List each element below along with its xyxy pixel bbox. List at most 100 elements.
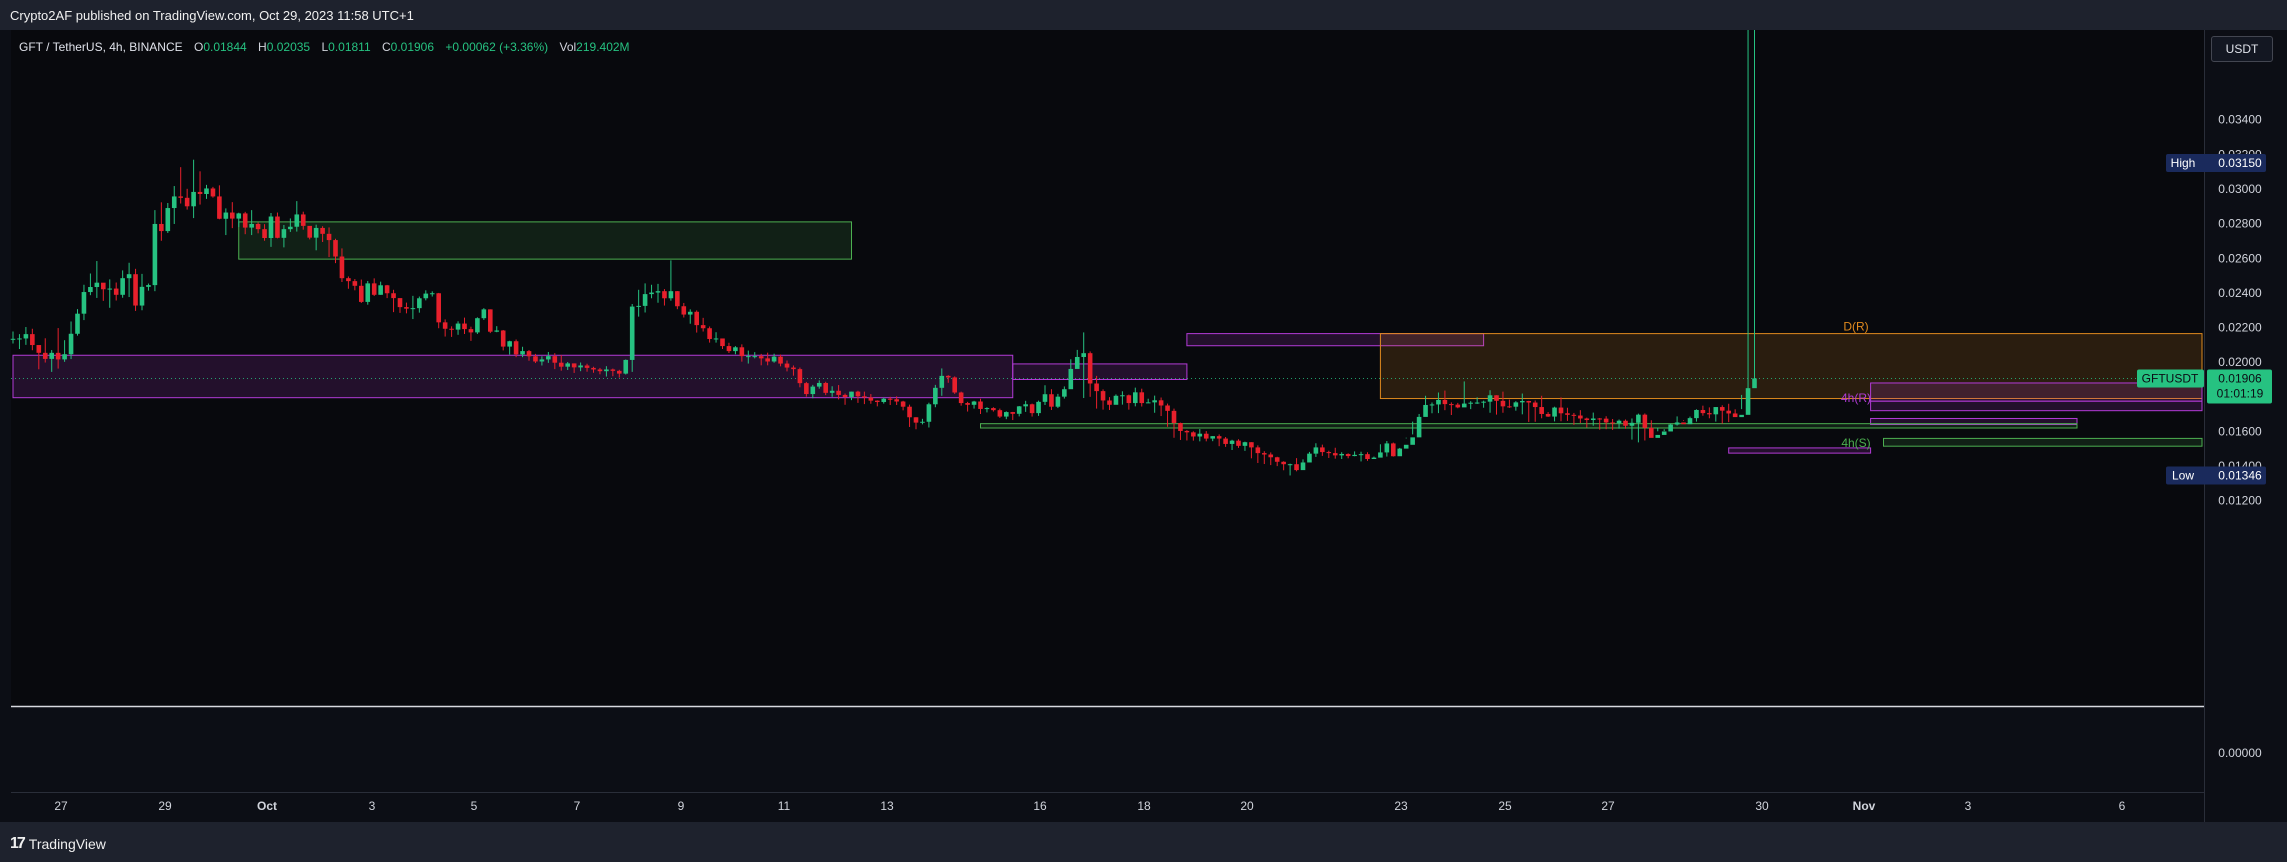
candle-body <box>1752 378 1757 389</box>
annotation-label-2: 4h(S) <box>1841 436 1870 450</box>
time-tick-label: 7 <box>574 799 581 813</box>
last-price-countdown: 01:01:19 <box>2217 386 2264 400</box>
zone-purple-2 <box>1012 363 1188 381</box>
tradingview-logo[interactable]: 17 TradingView <box>10 835 106 853</box>
candle-body <box>771 356 777 362</box>
candle-body <box>1681 422 1686 425</box>
candle-body <box>1623 420 1628 426</box>
candle-body <box>42 352 48 359</box>
candle-body <box>1487 395 1493 402</box>
price-tick-label: 0.02200 <box>2218 321 2262 335</box>
time-tick-label: 29 <box>158 799 172 813</box>
candle-body <box>868 397 874 401</box>
candle-body <box>810 386 816 395</box>
candle-body <box>836 390 841 395</box>
candle-body <box>1552 407 1557 417</box>
candle-body <box>455 323 461 330</box>
candle-body <box>288 226 293 230</box>
last-price-symbol-text: GFTUSDT <box>2142 371 2199 385</box>
time-tick-label: 5 <box>471 799 478 813</box>
candle-body <box>1687 418 1693 425</box>
candle-body <box>397 298 403 308</box>
candle-body <box>1081 353 1086 357</box>
candle-body <box>1307 453 1312 463</box>
candle-body <box>1294 464 1299 471</box>
candle-body <box>578 365 583 368</box>
candle-body <box>1636 414 1641 423</box>
volume-value: 219.402M <box>576 40 630 54</box>
candle-body <box>707 328 712 339</box>
candle-body <box>726 346 732 352</box>
candle-body <box>804 383 809 395</box>
candle-body <box>417 298 422 309</box>
candle-body <box>1023 404 1028 407</box>
candle-body <box>1661 431 1667 435</box>
left-margin <box>0 30 11 822</box>
candle-body <box>765 358 770 362</box>
candle-body <box>1345 453 1351 457</box>
open-label: O <box>193 40 204 54</box>
candle-body <box>1732 413 1738 418</box>
candle-body <box>746 356 751 358</box>
candle-body <box>307 225 312 238</box>
candle-body <box>1203 433 1209 439</box>
candle-body <box>526 351 532 357</box>
zone-purple-1 <box>12 354 1014 399</box>
candle-body <box>268 216 274 238</box>
candle-body <box>1539 407 1544 414</box>
price-tick-label: 0.02800 <box>2218 217 2262 231</box>
currency-button[interactable]: USDT <box>2211 36 2273 62</box>
candle-body <box>1036 401 1041 414</box>
candle-body <box>1087 353 1093 384</box>
low-price-tag-value: 0.01346 <box>2218 468 2262 482</box>
candle-body <box>758 356 764 359</box>
publisher-text: Crypto2AF published on TradingView.com, … <box>10 8 414 23</box>
candle-body <box>139 286 145 306</box>
candle-body <box>1165 405 1170 411</box>
candle-body <box>1178 422 1183 431</box>
price-chart[interactable]: D(R)4h(R)4h(S)0.034000.032000.030000.028… <box>0 30 2287 822</box>
candle-body <box>1055 396 1061 407</box>
candle-body <box>275 216 280 238</box>
candle-body <box>1255 447 1261 454</box>
candle-body <box>371 283 377 295</box>
candle-body <box>642 294 648 306</box>
candle-body <box>1120 395 1125 397</box>
time-tick-label: 6 <box>2119 799 2126 813</box>
candle-body <box>1281 461 1286 465</box>
candle-body <box>184 197 190 207</box>
candle-body <box>1571 414 1577 416</box>
candle-body <box>1584 418 1590 421</box>
symbol-name[interactable]: GFT / TetherUS, 4h, BINANCE <box>19 40 183 54</box>
annotation-label-1: 4h(R) <box>1841 391 1871 405</box>
candle-body <box>855 391 861 397</box>
candle-body <box>378 285 383 295</box>
candle-body <box>62 354 67 360</box>
candle-body <box>816 382 822 387</box>
candle-body <box>210 188 216 197</box>
publisher-bar: Crypto2AF published on TradingView.com, … <box>0 0 2287 30</box>
candle-body <box>120 278 125 295</box>
time-tick-label: Oct <box>257 799 277 813</box>
candle-body <box>920 421 925 423</box>
candle-body <box>1094 383 1099 392</box>
candle-body <box>49 352 54 359</box>
candle-body <box>1004 412 1009 417</box>
candle-body <box>326 233 332 241</box>
candle-body <box>713 338 719 340</box>
candle-body <box>1545 413 1551 417</box>
candle-body <box>159 223 164 232</box>
time-tick-label: 3 <box>369 799 376 813</box>
candle-body <box>1416 416 1422 438</box>
candle-body <box>933 387 938 405</box>
time-tick-label: 18 <box>1137 799 1151 813</box>
time-tick-label: 13 <box>880 799 894 813</box>
candle-body <box>739 347 745 357</box>
candle-body <box>1152 400 1157 403</box>
candle-body <box>907 406 912 418</box>
candle-body <box>849 391 854 397</box>
candle-body <box>991 408 996 411</box>
candle-body <box>539 359 545 362</box>
high-price-tag-text: High <box>2171 156 2196 170</box>
candle-body <box>191 191 196 207</box>
